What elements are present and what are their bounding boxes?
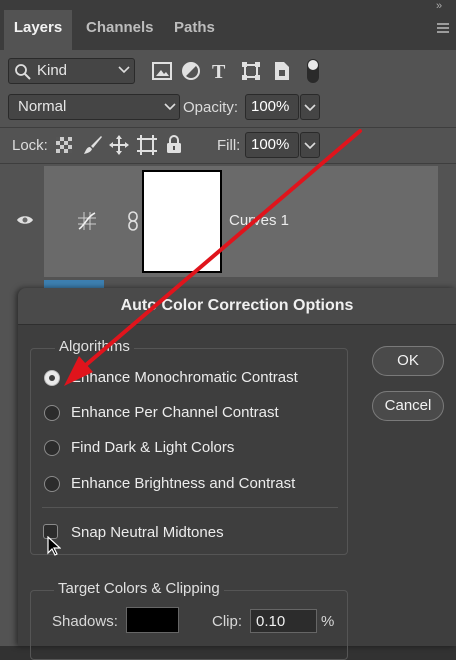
lock-all-icon[interactable] [166, 135, 182, 154]
snap-neutral-midtones-label[interactable]: Snap Neutral Midtones [71, 524, 224, 541]
link-icon[interactable] [128, 211, 138, 231]
mouse-cursor-icon [47, 536, 61, 556]
smart-object-filter-icon[interactable] [274, 61, 290, 81]
divider [0, 163, 456, 164]
lock-artboard-icon[interactable] [137, 135, 157, 155]
chevron-down-icon [164, 103, 176, 111]
panel-menu-icon[interactable] [436, 22, 450, 34]
tab-layers[interactable]: Layers [4, 10, 72, 50]
curves-adjustment-icon [78, 212, 96, 230]
lock-label: Lock: [12, 137, 48, 154]
opacity-value: 100% [251, 98, 290, 115]
fill-value: 100% [251, 136, 290, 153]
lock-image-icon[interactable] [83, 135, 103, 155]
radio-dark-light[interactable] [44, 440, 60, 456]
radio-monochromatic[interactable] [44, 370, 60, 386]
filter-kind-label: Kind [37, 62, 68, 79]
clip-label: Clip: [212, 613, 243, 630]
shape-filter-icon[interactable] [242, 62, 260, 80]
eye-icon[interactable] [16, 214, 34, 226]
blend-mode-value: Normal [18, 98, 67, 115]
algorithm-label[interactable]: Enhance Per Channel Contrast [71, 404, 279, 421]
chevron-down-icon [118, 66, 130, 74]
clip-value: 0.10 [256, 613, 286, 630]
ok-button[interactable]: OK [372, 346, 444, 376]
radio-per-channel[interactable] [44, 405, 60, 421]
filter-toggle-icon[interactable] [306, 58, 320, 84]
radio-brightness-contrast[interactable] [44, 476, 60, 492]
divider [0, 127, 456, 128]
target-colors-title: Target Colors & Clipping [54, 580, 224, 597]
divider [42, 507, 338, 508]
search-icon [14, 63, 32, 80]
tab-channels[interactable]: Channels [86, 10, 154, 50]
type-filter-icon[interactable]: T [212, 61, 225, 84]
lock-position-icon[interactable] [109, 135, 129, 155]
algorithm-label[interactable]: Find Dark & Light Colors [71, 439, 234, 456]
pixel-filter-icon[interactable] [152, 62, 172, 80]
opacity-label: Opacity: [183, 99, 239, 116]
dialog-title: Auto Color Correction Options [18, 288, 456, 325]
adjustment-filter-icon[interactable] [182, 62, 200, 80]
lock-transparent-icon[interactable] [56, 137, 72, 153]
opacity-dropdown-button[interactable] [300, 94, 320, 120]
algorithm-label[interactable]: Enhance Monochromatic Contrast [71, 369, 298, 386]
algorithms-title: Algorithms [55, 338, 134, 355]
algorithm-label[interactable]: Enhance Brightness and Contrast [71, 475, 295, 492]
fill-label: Fill: [217, 137, 241, 154]
layer-name[interactable]: Curves 1 [229, 212, 289, 229]
clip-unit: % [321, 613, 335, 630]
tab-paths[interactable]: Paths [174, 10, 215, 50]
fill-dropdown-button[interactable] [300, 132, 320, 158]
layer-mask-thumbnail[interactable] [142, 170, 222, 273]
collapse-panel-icon[interactable]: » [436, 0, 442, 12]
shadows-label: Shadows: [52, 613, 118, 630]
shadows-color-swatch[interactable] [126, 607, 179, 633]
cancel-button[interactable]: Cancel [372, 391, 444, 421]
